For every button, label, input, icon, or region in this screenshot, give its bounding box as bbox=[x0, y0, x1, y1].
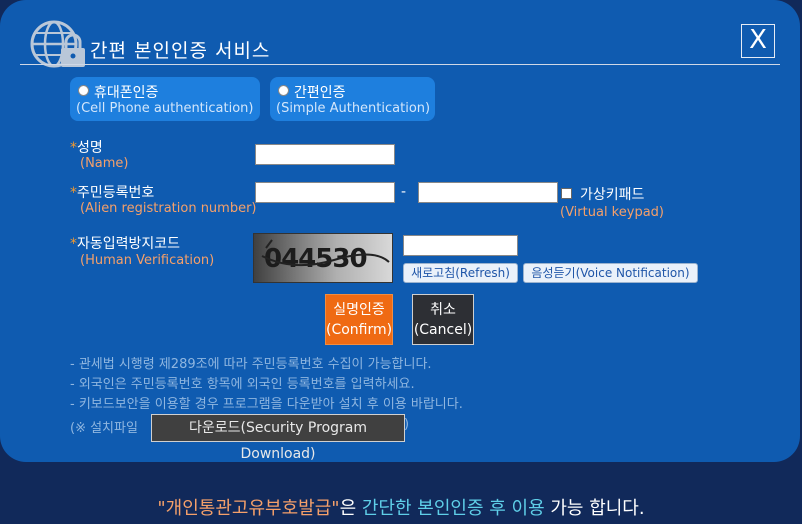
registration-sublabel: (Alien registration number) bbox=[80, 201, 257, 216]
registration-first-input[interactable] bbox=[255, 182, 395, 203]
simple-auth-option[interactable]: 간편인증 (Simple Authentication) bbox=[270, 77, 435, 121]
registration-label: *주민등록번호 bbox=[70, 182, 154, 202]
download-note-prefix: (※ 설치파일 bbox=[70, 421, 138, 436]
close-button[interactable]: X bbox=[741, 24, 775, 58]
virtual-keypad-sublabel: (Virtual keypad) bbox=[560, 205, 664, 220]
virtual-keypad-checkbox[interactable] bbox=[561, 188, 572, 199]
registration-label-text: 주민등록번호 bbox=[77, 185, 155, 201]
cancel-label: 취소 bbox=[430, 302, 456, 318]
required-mark: * bbox=[70, 185, 77, 201]
cell-phone-auth-option[interactable]: 휴대폰인증 (Cell Phone authentication) bbox=[70, 77, 260, 121]
name-label-text: 성명 bbox=[77, 140, 103, 156]
required-mark: * bbox=[70, 140, 77, 156]
note-line: - 관세법 시행령 제289조에 따라 주민등록번호 수집이 가능합니다. bbox=[70, 357, 432, 372]
cancel-button[interactable]: 취소 (Cancel) bbox=[412, 294, 474, 345]
auth-option-sublabel: (Cell Phone authentication) bbox=[76, 101, 254, 116]
globe-lock-icon bbox=[30, 20, 85, 68]
note-line: - 키보드보안을 이용할 경우 프로그램을 다운받아 설치 후 이용 바랍니다. bbox=[70, 397, 463, 412]
download-note-suffix: ) bbox=[404, 417, 410, 432]
required-mark: * bbox=[70, 236, 77, 252]
cancel-sublabel: (Cancel) bbox=[413, 322, 473, 338]
note-line: - 외국인은 주민등록번호 항목에 외국인 등록번호를 입력하세요. bbox=[70, 377, 415, 392]
captcha-label: *자동입력방지코드 bbox=[70, 233, 180, 253]
captcha-input[interactable] bbox=[403, 235, 518, 256]
dialog-title: 간편 본인인증 서비스 bbox=[90, 40, 271, 62]
auth-option-sublabel: (Simple Authentication) bbox=[276, 101, 431, 116]
footer-highlight: 간단한 본인인증 후 이용 bbox=[361, 498, 545, 519]
radio-icon[interactable] bbox=[78, 85, 89, 96]
auth-dialog: 간편 본인인증 서비스 X 휴대폰인증 (Cell Phone authenti… bbox=[0, 0, 800, 462]
security-program-download-button[interactable]: 다운로드(Security Program Download) bbox=[151, 414, 405, 462]
title-divider bbox=[20, 64, 780, 65]
registration-second-input[interactable] bbox=[418, 182, 558, 203]
captcha-label-text: 자동입력방지코드 bbox=[77, 236, 181, 252]
footer-part2: 은 bbox=[339, 498, 362, 519]
registration-separator: - bbox=[401, 184, 407, 200]
confirm-label: 실명인증 bbox=[333, 302, 385, 318]
confirm-sublabel: (Confirm) bbox=[326, 322, 393, 338]
name-input[interactable] bbox=[255, 144, 395, 165]
captcha-noise bbox=[261, 239, 390, 267]
name-sublabel: (Name) bbox=[80, 156, 129, 171]
name-label: *성명 bbox=[70, 137, 103, 157]
virtual-keypad-label: 가상키패드 bbox=[580, 187, 645, 203]
footer-part3: 가능 합니다. bbox=[544, 498, 645, 519]
auth-option-label: 간편인증 bbox=[294, 85, 346, 101]
radio-icon[interactable] bbox=[278, 85, 289, 96]
refresh-button[interactable]: 새로고침(Refresh) bbox=[403, 263, 518, 283]
auth-option-label: 휴대폰인증 bbox=[94, 85, 159, 101]
footer-message: "개인통관고유부호발급"은 간단한 본인인증 후 이용 가능 합니다. bbox=[0, 494, 802, 520]
captcha-sublabel: (Human Verification) bbox=[80, 253, 215, 268]
voice-button[interactable]: 음성듣기(Voice Notification) bbox=[523, 263, 698, 283]
confirm-button[interactable]: 실명인증 (Confirm) bbox=[325, 294, 393, 345]
captcha-image: 044530 bbox=[253, 233, 393, 283]
footer-quoted: "개인통관고유부호발급" bbox=[157, 498, 340, 519]
